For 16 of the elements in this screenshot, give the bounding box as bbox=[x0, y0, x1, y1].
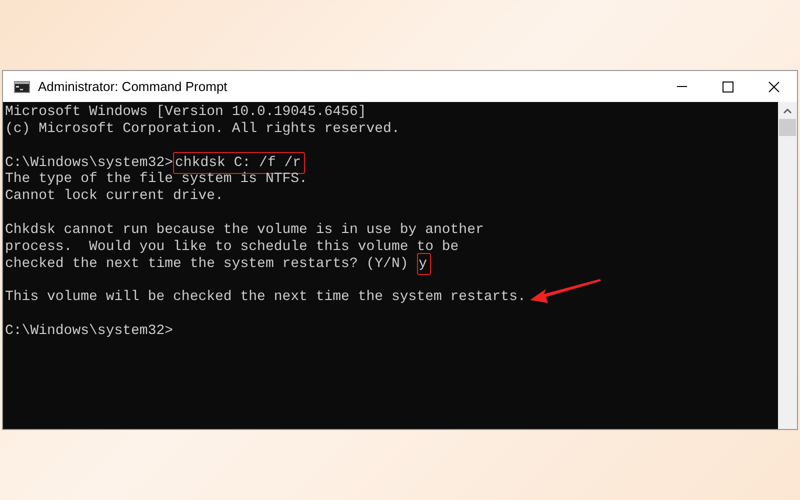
console-line: Cannot lock current drive. bbox=[5, 188, 224, 206]
minimize-icon bbox=[677, 86, 687, 87]
scrollbar[interactable] bbox=[778, 102, 797, 429]
caret-up-icon bbox=[783, 108, 792, 114]
console-line: This volume will be checked the next time the system restarts. bbox=[5, 289, 526, 306]
console-line: (c) Microsoft Corporation. All rights reserved. bbox=[5, 120, 400, 138]
terminal-icon bbox=[14, 80, 30, 92]
window-title: Administrator: Command Prompt bbox=[38, 79, 228, 94]
console-line: Chkdsk cannot run because the volume is in use by another bbox=[5, 222, 484, 239]
close-icon bbox=[768, 80, 780, 92]
console-line: C:\Windows\system32> bbox=[5, 154, 174, 172]
console-line: checked the next time the system restarts? (Y/N) bbox=[5, 256, 410, 272]
maximize-icon bbox=[722, 80, 734, 92]
console-line: Microsoft Windows [Version 10.0.19045.6456] bbox=[5, 104, 366, 121]
scroll-thumb[interactable] bbox=[779, 119, 796, 136]
console-line: C:\Windows\system32> bbox=[5, 322, 174, 340]
